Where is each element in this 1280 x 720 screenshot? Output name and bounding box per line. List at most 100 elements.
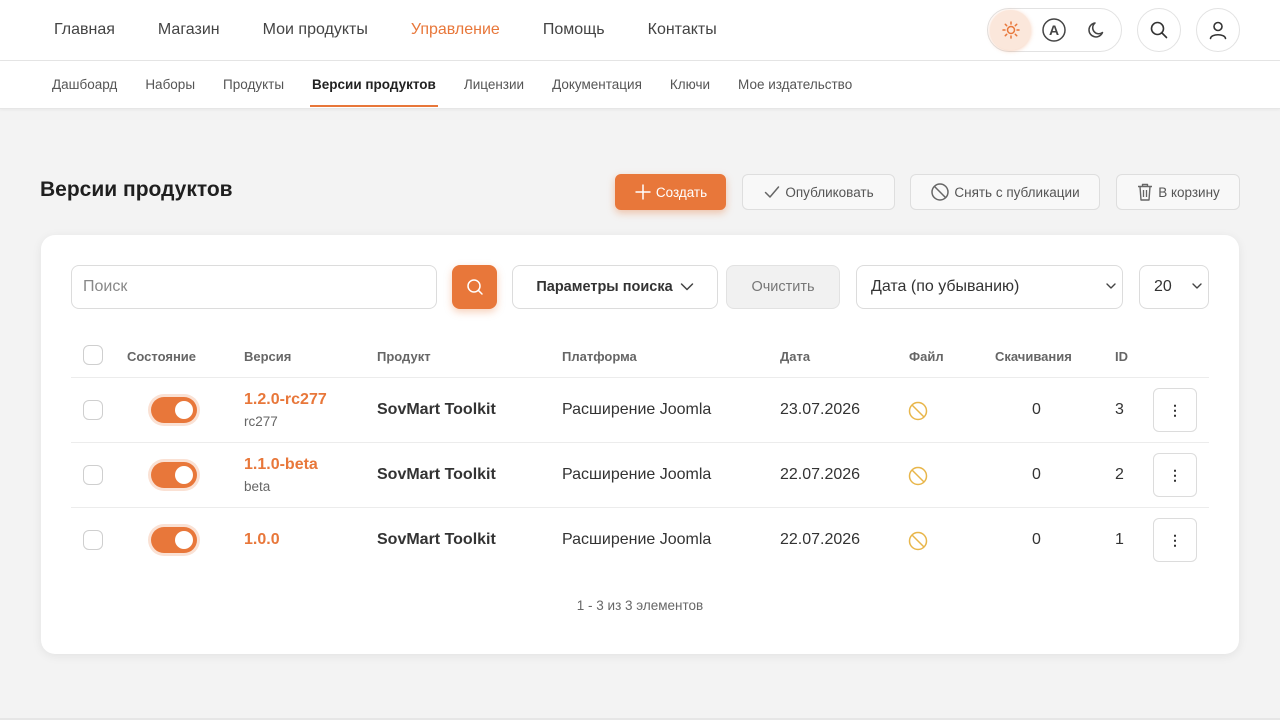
create-button[interactable]: Создать xyxy=(615,174,726,210)
pagination-summary: 1 - 3 из 3 элементов xyxy=(576,598,704,613)
svg-text:A: A xyxy=(1048,22,1058,38)
version-stability: beta xyxy=(244,479,271,494)
row-id: 1 xyxy=(1115,531,1124,548)
auto-theme-button[interactable]: A xyxy=(1033,10,1074,50)
search-input[interactable] xyxy=(71,265,437,309)
platform-name: Расширение Joomla xyxy=(562,531,712,548)
row-id: 2 xyxy=(1115,466,1124,483)
column-header-version[interactable]: Версия xyxy=(244,349,291,364)
search-params-label: Параметры поиска xyxy=(536,279,673,295)
sun-icon xyxy=(1001,21,1020,39)
sub-nav: Дашбоард Наборы Продукты Версии продукто… xyxy=(0,61,1280,109)
version-stability: rc277 xyxy=(244,414,278,429)
row-divider xyxy=(71,377,1209,378)
nav-item-management[interactable]: Управление xyxy=(411,21,500,39)
limit-select[interactable]: 20 xyxy=(1139,265,1209,309)
subnav-item-documentation[interactable]: Документация xyxy=(552,61,642,109)
sub-navbar: Дашбоард Наборы Продукты Версии продукто… xyxy=(0,61,1280,109)
create-button-label: Создать xyxy=(655,184,708,200)
state-toggle[interactable] xyxy=(151,462,197,488)
light-theme-button[interactable] xyxy=(990,10,1031,50)
no-file-icon xyxy=(908,531,928,551)
search-submit-button[interactable] xyxy=(452,265,497,309)
product-name: SovMart Toolkit xyxy=(377,466,496,483)
column-header-date[interactable]: Дата xyxy=(780,349,810,364)
state-toggle[interactable] xyxy=(151,397,197,423)
column-header-product[interactable]: Продукт xyxy=(377,349,431,364)
clear-button[interactable]: Очистить xyxy=(726,265,840,309)
auto-theme-icon: A xyxy=(1041,18,1066,42)
unpublish-button-label: Снять с публикации xyxy=(954,184,1080,200)
row-id: 3 xyxy=(1115,401,1124,418)
row-actions-button[interactable]: ⋮ xyxy=(1153,453,1197,497)
subnav-item-dashboard[interactable]: Дашбоард xyxy=(52,61,117,109)
row-divider xyxy=(71,442,1209,443)
sort-select-value: Дата (по убыванию) xyxy=(871,278,1020,295)
downloads-count: 0 xyxy=(1032,466,1041,483)
nav-item-help[interactable]: Помощь xyxy=(543,21,605,39)
row-divider xyxy=(71,507,1209,508)
limit-select-value: 20 xyxy=(1154,278,1172,295)
version-date: 22.07.2026 xyxy=(780,531,861,548)
check-icon xyxy=(765,186,780,198)
row-actions-button[interactable]: ⋮ xyxy=(1153,518,1197,562)
publish-button-label: Опубликовать xyxy=(785,184,874,200)
trash-button[interactable]: В корзину xyxy=(1116,174,1240,210)
chevron-down-icon xyxy=(680,283,693,291)
row-checkbox[interactable] xyxy=(83,400,103,420)
row-actions-button[interactable]: ⋮ xyxy=(1153,388,1197,432)
theme-switcher: A xyxy=(987,8,1122,52)
main-nav: Главная Магазин Мои продукты Управление … xyxy=(0,21,760,39)
column-header-platform[interactable]: Платформа xyxy=(562,349,637,364)
user-menu-button[interactable] xyxy=(1196,8,1240,52)
version-link[interactable]: 1.0.0 xyxy=(244,531,280,549)
product-name: SovMart Toolkit xyxy=(377,531,496,548)
plus-icon xyxy=(635,184,651,200)
versions-card: Параметры поиска Очистить Дата (по убыва… xyxy=(41,235,1239,654)
row-checkbox[interactable] xyxy=(83,465,103,485)
publish-button[interactable]: Опубликовать xyxy=(742,174,895,210)
subnav-item-licenses[interactable]: Лицензии xyxy=(464,61,524,109)
search-button[interactable] xyxy=(1137,8,1181,52)
version-link[interactable]: 1.2.0-rc277 xyxy=(244,391,327,409)
version-link[interactable]: 1.1.0-beta xyxy=(244,456,318,474)
column-header-file[interactable]: Файл xyxy=(909,349,944,364)
nav-item-my-products[interactable]: Мои продукты xyxy=(263,21,368,39)
sort-select[interactable]: Дата (по убыванию) xyxy=(856,265,1123,309)
ban-icon xyxy=(931,183,950,201)
subnav-item-keys[interactable]: Ключи xyxy=(670,61,710,109)
chevron-down-icon xyxy=(1106,283,1116,289)
platform-name: Расширение Joomla xyxy=(562,401,712,418)
subnav-item-bundles[interactable]: Наборы xyxy=(145,61,195,109)
unpublish-button[interactable]: Снять с публикации xyxy=(910,174,1100,210)
nav-item-contacts[interactable]: Контакты xyxy=(648,21,717,39)
product-name: SovMart Toolkit xyxy=(377,401,496,418)
top-navbar: Главная Магазин Мои продукты Управление … xyxy=(0,0,1280,61)
column-header-downloads[interactable]: Скачивания xyxy=(995,349,1072,364)
trash-button-label: В корзину xyxy=(1158,184,1220,200)
user-icon xyxy=(1209,21,1227,40)
version-date: 23.07.2026 xyxy=(780,401,861,418)
downloads-count: 0 xyxy=(1032,531,1041,548)
no-file-icon xyxy=(908,466,928,486)
subnav-item-my-publisher[interactable]: Мое издательство xyxy=(738,61,852,109)
no-file-icon xyxy=(908,401,928,421)
subnav-item-products[interactable]: Продукты xyxy=(223,61,284,109)
dark-theme-button[interactable] xyxy=(1076,10,1117,50)
subnav-item-product-versions[interactable]: Версии продуктов xyxy=(310,61,438,109)
page-title: Версии продуктов xyxy=(40,178,233,201)
nav-item-shop[interactable]: Магазин xyxy=(158,21,220,39)
row-checkbox[interactable] xyxy=(83,530,103,550)
column-header-state[interactable]: Состояние xyxy=(127,349,196,364)
column-header-id[interactable]: ID xyxy=(1115,349,1128,364)
state-toggle[interactable] xyxy=(151,527,197,553)
version-date: 22.07.2026 xyxy=(780,466,861,483)
search-params-button[interactable]: Параметры поиска xyxy=(512,265,718,309)
platform-name: Расширение Joomla xyxy=(562,466,712,483)
search-icon xyxy=(1150,21,1168,39)
search-icon xyxy=(466,279,483,295)
nav-item-home[interactable]: Главная xyxy=(54,21,115,39)
select-all-checkbox[interactable] xyxy=(83,345,103,365)
moon-icon xyxy=(1087,22,1103,38)
chevron-down-icon xyxy=(1192,283,1202,289)
